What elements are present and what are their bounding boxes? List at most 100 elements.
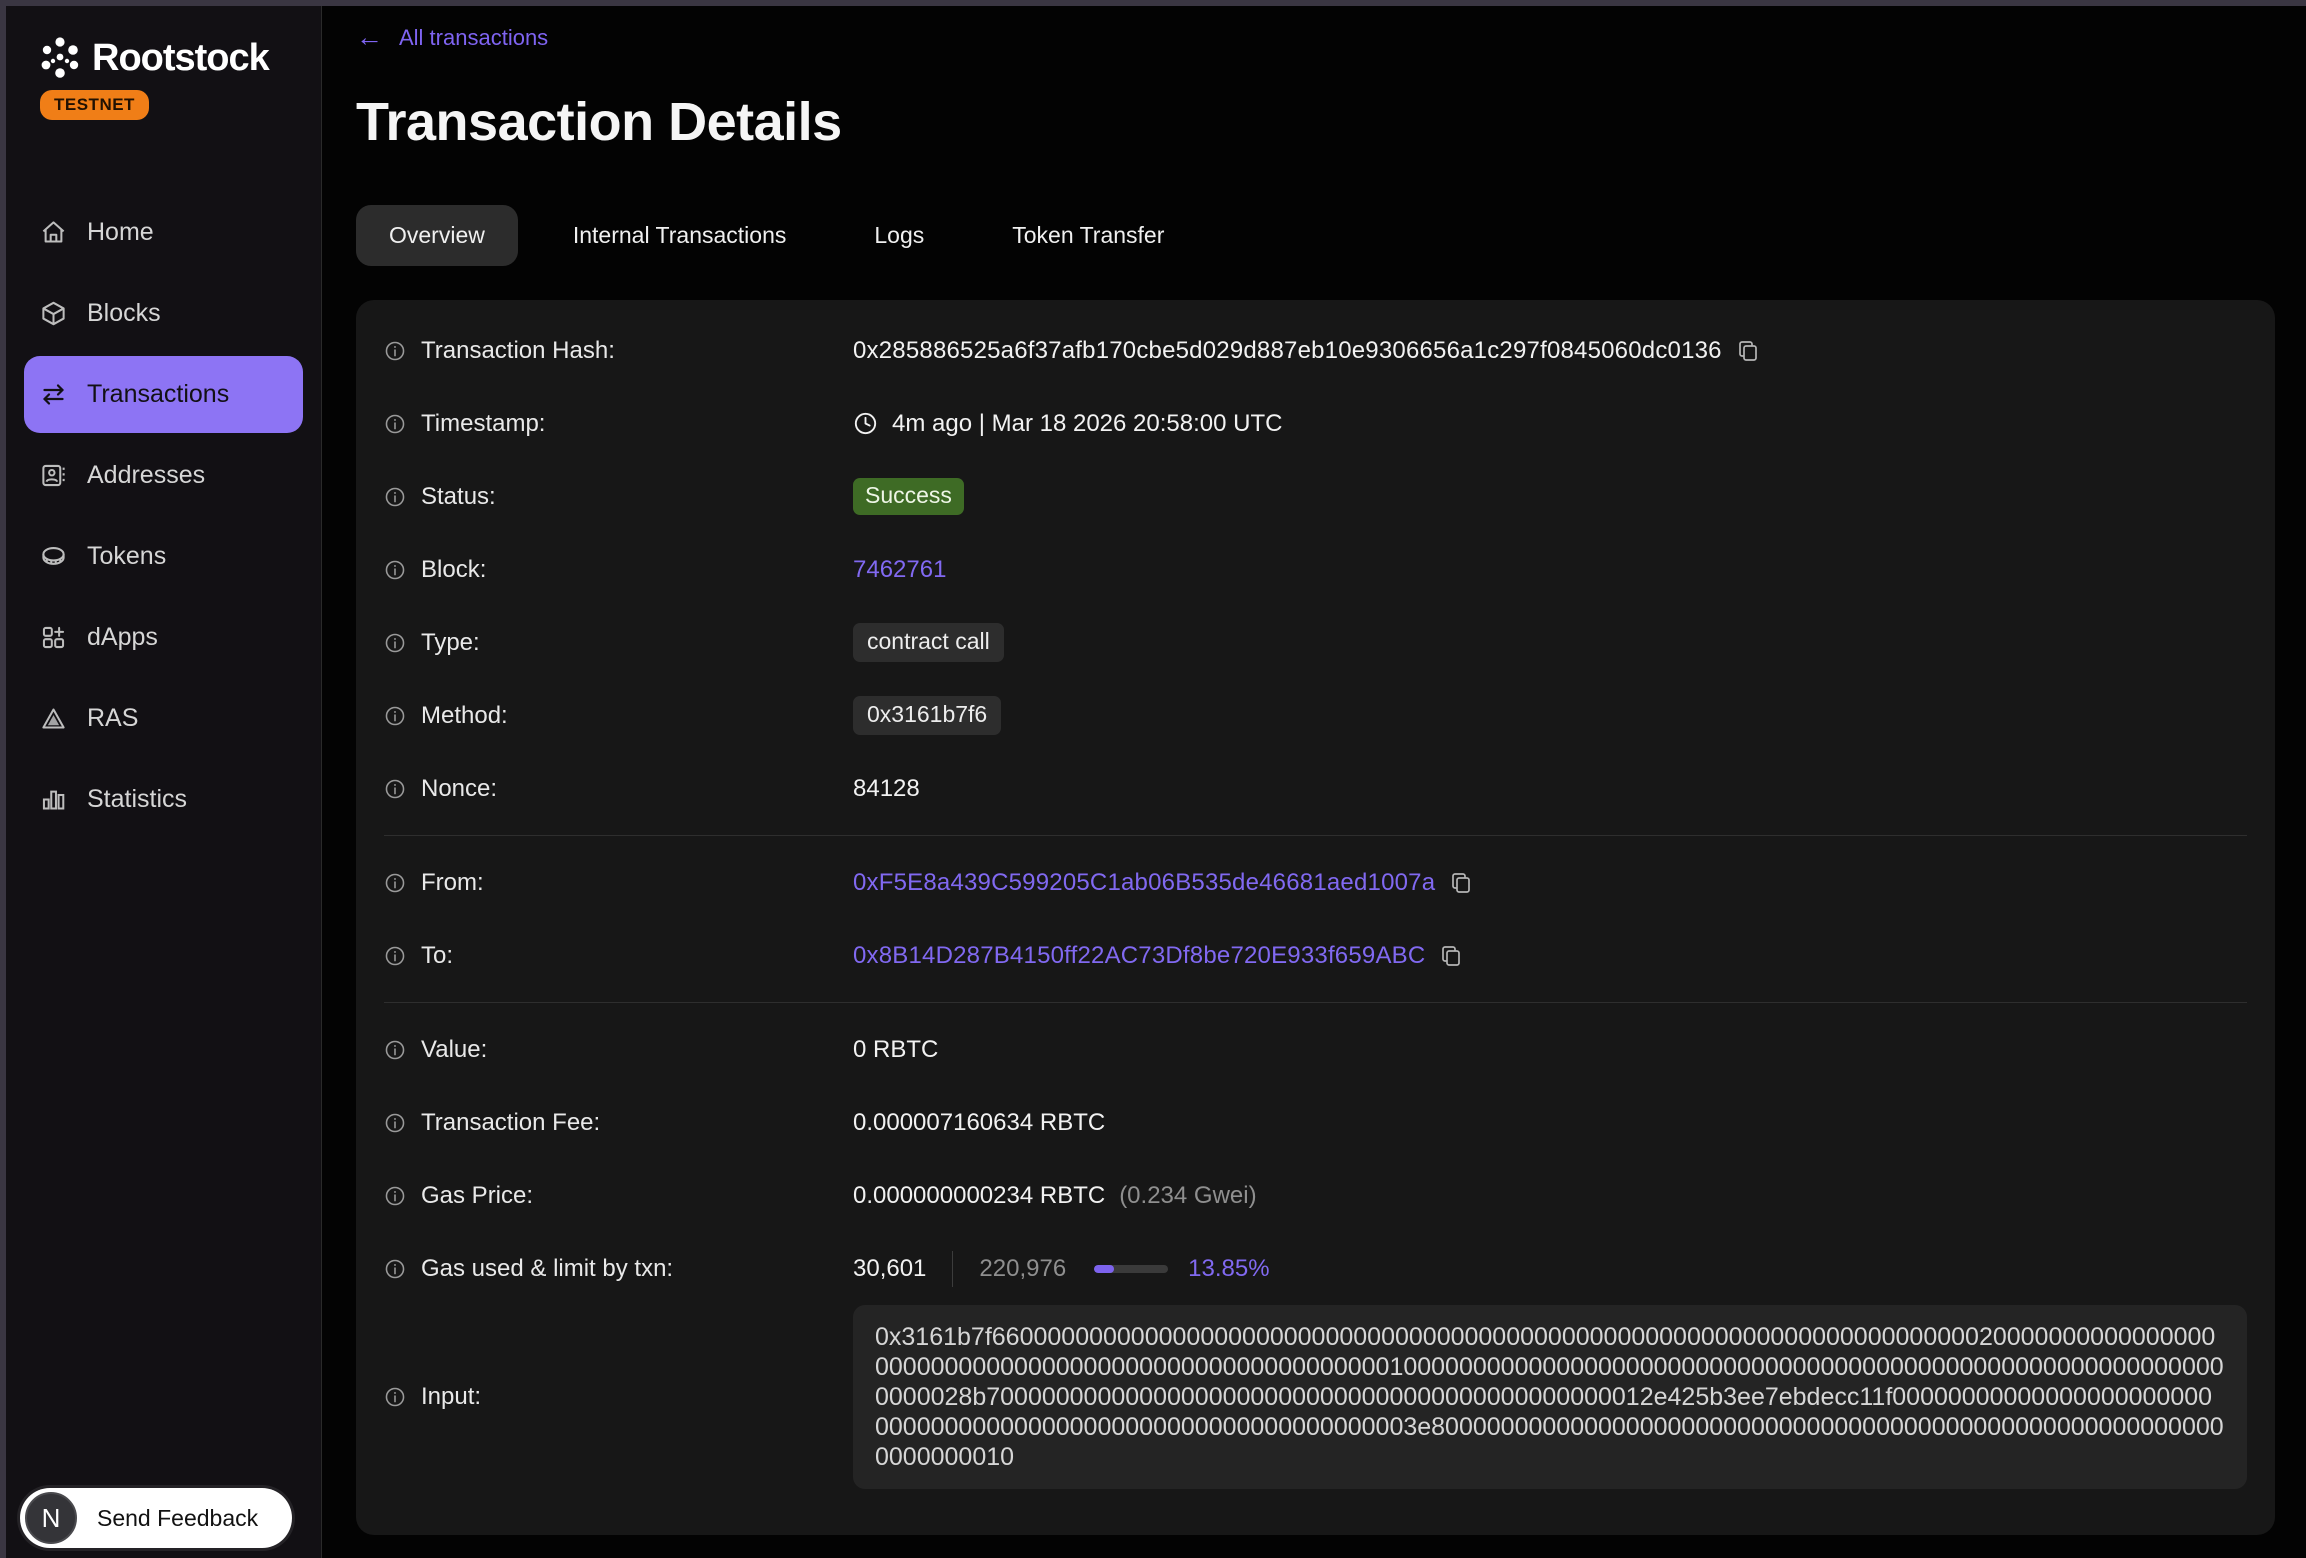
row-transaction-hash: Transaction Hash: 0x285886525a6f37afb170…: [384, 314, 2247, 387]
copy-icon[interactable]: [1736, 339, 1760, 363]
info-icon[interactable]: [384, 413, 406, 435]
block-number-link[interactable]: 7462761: [853, 556, 946, 584]
row-transaction-fee: Transaction Fee: 0.000007160634 RBTC: [384, 1086, 2247, 1159]
field-label: Status:: [421, 483, 496, 511]
info-icon[interactable]: [384, 705, 406, 727]
field-label: Gas used & limit by txn:: [421, 1255, 673, 1283]
sidebar-item-label: dApps: [87, 623, 158, 652]
row-from: From: 0xF5E8a439C599205C1ab06B535de46681…: [384, 846, 2247, 919]
gas-limit-value: 220,976: [979, 1255, 1066, 1283]
sidebar-item-statistics[interactable]: Statistics: [24, 761, 303, 838]
info-icon[interactable]: [384, 1185, 406, 1207]
tab-logs[interactable]: Logs: [841, 205, 957, 266]
field-label: Transaction Fee:: [421, 1109, 600, 1137]
main-content: ← All transactions Transaction Details O…: [322, 6, 2306, 1558]
tab-internal-transactions[interactable]: Internal Transactions: [540, 205, 820, 266]
coin-icon: [40, 543, 67, 570]
gas-used-value: 30,601: [853, 1255, 926, 1283]
feedback-avatar: N: [25, 1492, 77, 1544]
gas-price-amount: 0.000000000234 RBTC: [853, 1182, 1105, 1210]
value-amount: 0 RBTC: [853, 1036, 938, 1064]
info-icon[interactable]: [384, 559, 406, 581]
field-label: Gas Price:: [421, 1182, 533, 1210]
sidebar-item-transactions[interactable]: Transactions: [24, 356, 303, 433]
page-title: Transaction Details: [356, 91, 2306, 153]
back-link-label: All transactions: [399, 25, 548, 51]
sidebar-item-addresses[interactable]: Addresses: [24, 437, 303, 514]
sidebar-item-home[interactable]: Home: [24, 194, 303, 271]
info-icon[interactable]: [384, 1039, 406, 1061]
row-to: To: 0x8B14D287B4150ff22AC73Df8be720E933f…: [384, 919, 2247, 992]
dapps-grid-icon: [40, 624, 67, 651]
status-badge: Success: [853, 478, 964, 515]
mountain-icon: [40, 705, 67, 732]
gas-percent-value: 13.85%: [1188, 1255, 1269, 1283]
logo-text: Rootstock: [92, 37, 269, 80]
info-icon[interactable]: [384, 1386, 406, 1408]
transaction-hash-value: 0x285886525a6f37afb170cbe5d029d887eb10e9…: [853, 337, 1722, 365]
info-icon[interactable]: [384, 632, 406, 654]
to-address-link[interactable]: 0x8B14D287B4150ff22AC73Df8be720E933f659A…: [853, 942, 1425, 970]
gas-progress-bar: [1094, 1265, 1168, 1273]
tab-overview[interactable]: Overview: [356, 205, 518, 266]
sidebar-item-blocks[interactable]: Blocks: [24, 275, 303, 352]
transaction-details-card: Transaction Hash: 0x285886525a6f37afb170…: [356, 300, 2275, 1535]
sidebar-item-label: Home: [87, 218, 154, 247]
field-label: Method:: [421, 702, 508, 730]
info-icon[interactable]: [384, 1112, 406, 1134]
back-arrow-icon: ←: [356, 24, 383, 51]
row-type: Type: contract call: [384, 606, 2247, 679]
row-block: Block: 7462761: [384, 533, 2247, 606]
rootstock-logo-icon: [38, 36, 82, 80]
field-label: Transaction Hash:: [421, 337, 615, 365]
row-value: Value: 0 RBTC: [384, 1013, 2247, 1086]
field-label: Type:: [421, 629, 480, 657]
row-timestamp: Timestamp: 4m ago | Mar 18 2026 20:58:00…: [384, 387, 2247, 460]
fee-amount: 0.000007160634 RBTC: [853, 1109, 1105, 1137]
row-status: Status: Success: [384, 460, 2247, 533]
sidebar-item-tokens[interactable]: Tokens: [24, 518, 303, 595]
back-to-all-transactions-link[interactable]: ← All transactions: [356, 24, 548, 51]
sidebar-item-label: RAS: [87, 704, 138, 733]
info-icon[interactable]: [384, 778, 406, 800]
cube-icon: [40, 300, 67, 327]
info-icon[interactable]: [384, 945, 406, 967]
input-data-box: 0x3161b7f6600000000000000000000000000000…: [853, 1305, 2247, 1489]
feedback-label: Send Feedback: [97, 1505, 258, 1532]
copy-icon[interactable]: [1449, 871, 1473, 895]
field-label: Input:: [421, 1383, 481, 1411]
sidebar-item-label: Addresses: [87, 461, 205, 490]
bar-chart-icon: [40, 786, 67, 813]
send-feedback-button[interactable]: N Send Feedback: [20, 1488, 292, 1548]
logo-block: Rootstock TESTNET: [6, 6, 321, 120]
field-label: Block:: [421, 556, 486, 584]
gas-price-gwei: (0.234 Gwei): [1119, 1182, 1256, 1210]
home-icon: [40, 219, 67, 246]
row-input: Input: 0x3161b7f660000000000000000000000…: [384, 1305, 2247, 1489]
contact-card-icon: [40, 462, 67, 489]
sidebar-item-label: Statistics: [87, 785, 187, 814]
sidebar-item-label: Transactions: [87, 380, 229, 409]
from-address-link[interactable]: 0xF5E8a439C599205C1ab06B535de46681aed100…: [853, 869, 1435, 897]
tab-bar: Overview Internal Transactions Logs Toke…: [356, 205, 2306, 266]
tab-token-transfer[interactable]: Token Transfer: [979, 205, 1197, 266]
info-icon[interactable]: [384, 340, 406, 362]
sidebar-item-ras[interactable]: RAS: [24, 680, 303, 757]
method-badge: 0x3161b7f6: [853, 696, 1001, 735]
app-window: Rootstock TESTNET Home Blocks: [6, 6, 2306, 1558]
info-icon[interactable]: [384, 486, 406, 508]
swap-arrows-icon: [40, 381, 67, 408]
info-icon[interactable]: [384, 1258, 406, 1280]
sidebar: Rootstock TESTNET Home Blocks: [6, 6, 322, 1558]
copy-icon[interactable]: [1439, 944, 1463, 968]
field-label: From:: [421, 869, 484, 897]
type-badge: contract call: [853, 623, 1004, 662]
section-divider: [384, 835, 2247, 836]
row-gas-used-limit: Gas used & limit by txn: 30,601 220,976 …: [384, 1232, 2247, 1305]
gas-progress-fill: [1094, 1265, 1114, 1273]
clock-icon: [853, 411, 878, 436]
field-label: Value:: [421, 1036, 487, 1064]
gas-separator: [952, 1251, 953, 1287]
sidebar-item-dapps[interactable]: dApps: [24, 599, 303, 676]
info-icon[interactable]: [384, 872, 406, 894]
